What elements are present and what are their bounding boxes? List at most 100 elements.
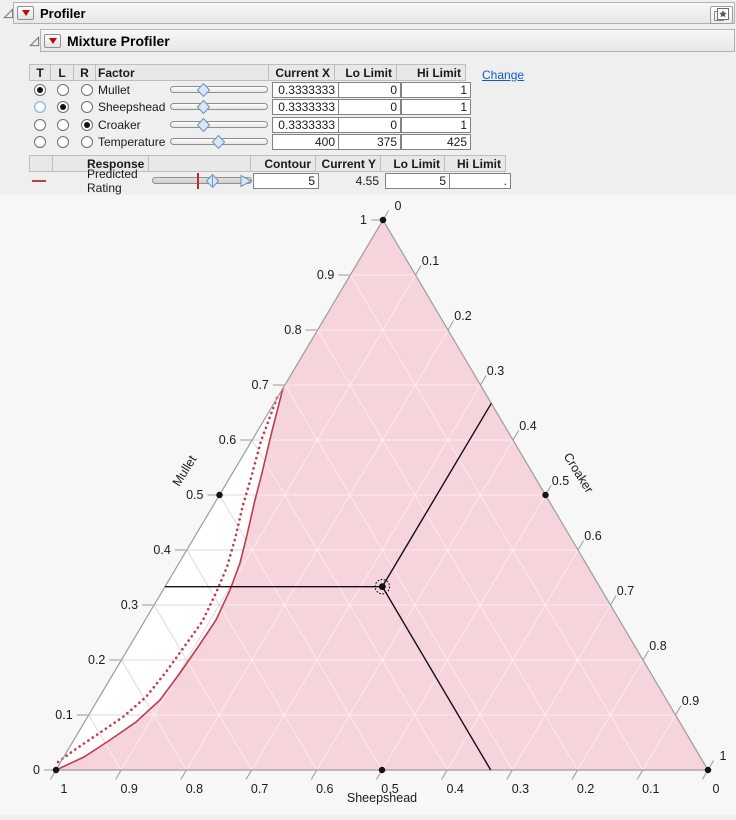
lo-limit-field[interactable]: 0 (338, 82, 401, 98)
window-star-icon (713, 8, 730, 22)
svg-text:0.7: 0.7 (251, 782, 268, 796)
column-header-right: R (73, 64, 96, 81)
factor-slider[interactable] (170, 82, 268, 98)
svg-text:0.9: 0.9 (317, 268, 334, 282)
svg-text:0.5: 0.5 (552, 474, 569, 488)
column-header-hi-limit: Hi Limit (396, 64, 466, 81)
radio-left[interactable] (57, 136, 69, 148)
svg-text:1: 1 (61, 782, 68, 796)
response-slider-track[interactable] (152, 177, 252, 184)
radio-left[interactable] (57, 84, 69, 96)
ternary-plot[interactable]: 00.10.20.30.40.50.60.70.80.9100.10.20.30… (0, 195, 736, 815)
slider-thumb[interactable] (197, 83, 210, 97)
radio-top[interactable] (34, 84, 46, 96)
slider-track[interactable] (170, 121, 268, 128)
red-triangle-icon (49, 38, 57, 44)
svg-text:0.2: 0.2 (88, 653, 105, 667)
column-header-current-x: Current X (268, 64, 335, 81)
red-triangle-menu-button[interactable] (17, 6, 34, 20)
svg-text:0.9: 0.9 (121, 782, 138, 796)
svg-text:1: 1 (720, 749, 727, 763)
contour-slider-thumb[interactable] (206, 174, 219, 188)
lo-limit-field[interactable]: 0 (338, 117, 401, 133)
response-table: Response Contour Current Y Lo Limit Hi L… (29, 155, 512, 190)
hi-limit-field[interactable]: . (449, 173, 511, 189)
factor-slider[interactable] (170, 117, 268, 133)
svg-text:1: 1 (360, 213, 367, 227)
factor-slider[interactable] (170, 99, 268, 115)
slider-track[interactable] (170, 86, 268, 93)
red-triangle-menu-button[interactable] (44, 34, 61, 48)
radio-left[interactable] (57, 119, 69, 131)
factor-row: Mullet 0.333333301 (29, 81, 472, 99)
radio-top[interactable] (34, 119, 46, 131)
hi-limit-field[interactable]: 1 (401, 82, 471, 98)
svg-text:0.4: 0.4 (447, 782, 464, 796)
svg-text:0.8: 0.8 (284, 323, 301, 337)
factor-table-header: T L R Factor Current X Lo Limit Hi Limit (29, 64, 472, 81)
svg-text:0.2: 0.2 (577, 782, 594, 796)
left-axis-title: Mullet (170, 453, 200, 489)
svg-text:0: 0 (33, 763, 40, 777)
current-y-marker (197, 173, 199, 189)
radio-right[interactable] (81, 119, 93, 131)
svg-text:0.3: 0.3 (121, 598, 138, 612)
lo-limit-field[interactable]: 0 (338, 99, 401, 115)
svg-text:0: 0 (395, 199, 402, 213)
right-axis-title: Croaker (561, 450, 596, 495)
current-x-field[interactable]: 400 (272, 134, 339, 150)
svg-text:0.8: 0.8 (649, 639, 666, 653)
column-header-top: T (29, 64, 51, 81)
radio-right[interactable] (81, 136, 93, 148)
change-link[interactable]: Change (482, 68, 524, 82)
slider-thumb[interactable] (197, 100, 210, 114)
radio-right[interactable] (81, 84, 93, 96)
radio-top[interactable] (34, 101, 46, 113)
profiler-titlebar: Profiler (13, 2, 735, 24)
factor-name: Croaker (98, 116, 166, 134)
column-header-contour: Contour (250, 155, 316, 172)
column-header-left: L (50, 64, 74, 81)
factor-row: Temperature400375425 (29, 134, 472, 152)
factor-slider[interactable] (170, 134, 268, 150)
column-header-swatch (29, 155, 53, 172)
svg-text:0.3: 0.3 (512, 782, 529, 796)
factor-row: Croaker 0.333333301 (29, 116, 472, 134)
factor-table: T L R Factor Current X Lo Limit Hi Limit… (29, 64, 472, 151)
contour-field[interactable]: 5 (253, 173, 319, 189)
hi-limit-field[interactable]: 1 (401, 99, 471, 115)
radio-top[interactable] (34, 136, 46, 148)
slider-thumb[interactable] (212, 135, 225, 149)
lo-limit-field[interactable]: 5 (385, 173, 450, 189)
lo-limit-field[interactable]: 375 (338, 134, 401, 150)
red-triangle-icon (22, 10, 30, 16)
radio-right[interactable] (81, 101, 93, 113)
response-slider[interactable] (152, 173, 252, 189)
svg-text:0.3: 0.3 (487, 364, 504, 378)
factor-name: Mullet (98, 81, 166, 99)
hi-limit-field[interactable]: 425 (401, 134, 471, 150)
disclosure-icon[interactable] (29, 36, 40, 47)
column-header-factor: Factor (95, 64, 269, 81)
svg-text:0.4: 0.4 (519, 419, 536, 433)
radio-left[interactable] (57, 101, 69, 113)
factor-name: Sheepshead (98, 99, 166, 117)
slider-track[interactable] (170, 103, 268, 110)
column-header-slider (148, 155, 251, 172)
svg-text:0.6: 0.6 (219, 433, 236, 447)
window-star-button[interactable] (710, 6, 733, 24)
current-x-field[interactable]: 0.3333333 (272, 82, 339, 98)
column-header-lo-limit: Lo Limit (334, 64, 397, 81)
column-header-lo-limit: Lo Limit (380, 155, 445, 172)
svg-text:0.7: 0.7 (252, 378, 269, 392)
factor-rows: Mullet0.333333301Sheepshead0.333333301Cr… (29, 81, 472, 151)
hi-limit-field[interactable]: 1 (401, 117, 471, 133)
current-x-field[interactable]: 0.3333333 (272, 117, 339, 133)
ternary-plot-panel: 00.10.20.30.40.50.60.70.80.9100.10.20.30… (0, 195, 736, 815)
svg-text:0.6: 0.6 (584, 529, 601, 543)
slider-thumb[interactable] (197, 118, 210, 132)
svg-text:0.8: 0.8 (186, 782, 203, 796)
current-x-field[interactable]: 0.3333333 (272, 99, 339, 115)
limit-slider-thumb[interactable] (240, 174, 253, 188)
svg-text:0.7: 0.7 (617, 584, 634, 598)
